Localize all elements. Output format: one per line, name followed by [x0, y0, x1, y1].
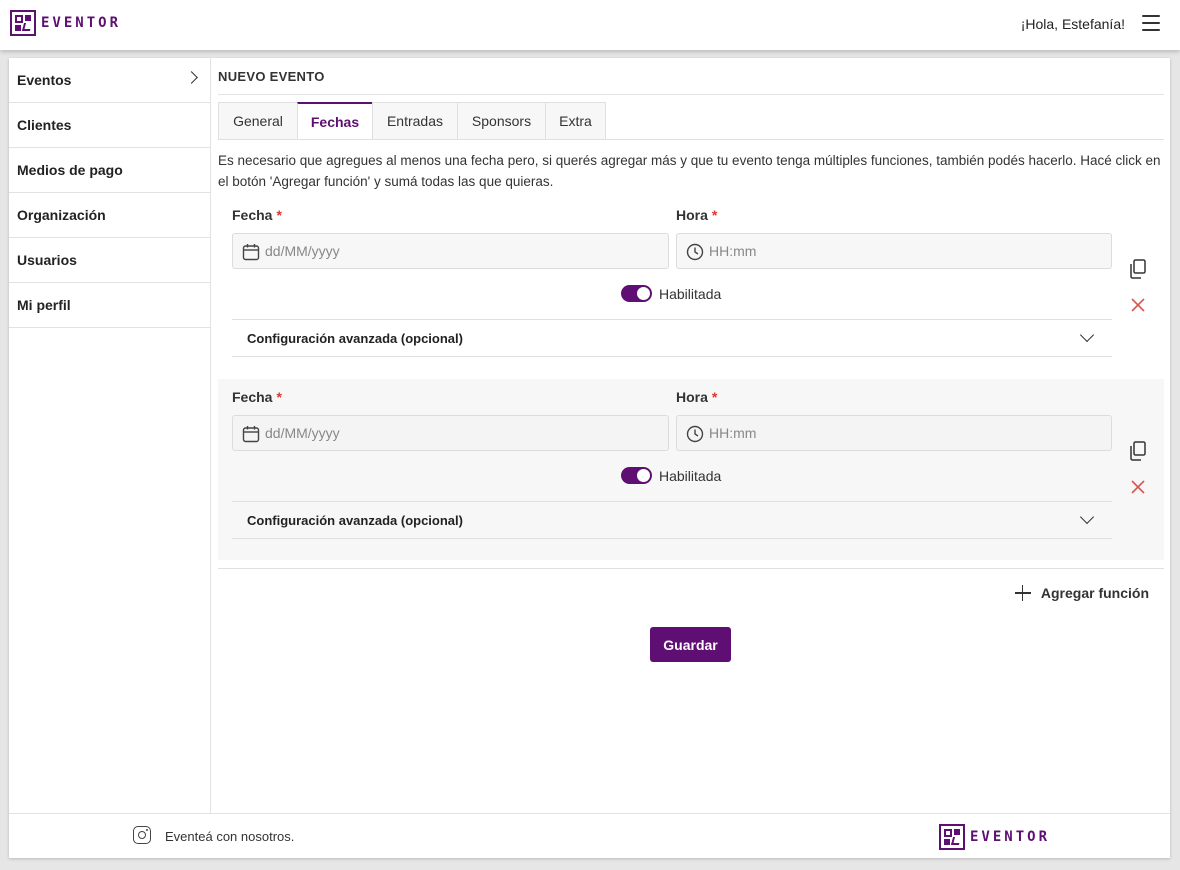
date-placeholder: dd/MM/yyyy: [265, 425, 340, 441]
time-label: Hora *: [676, 389, 718, 405]
plus-icon: [1014, 585, 1031, 601]
tab-bar: General Fechas Entradas Sponsors Extra: [218, 102, 606, 140]
sidebar-item-label: Mi perfil: [17, 297, 71, 313]
delete-icon[interactable]: [1131, 298, 1145, 312]
tab-sponsors[interactable]: Sponsors: [457, 102, 545, 140]
enabled-toggle[interactable]: [621, 467, 652, 484]
calendar-icon: [242, 244, 260, 261]
add-function-label: Agregar función: [1040, 585, 1149, 601]
time-placeholder: HH:mm: [709, 425, 757, 441]
tab-general[interactable]: General: [218, 102, 297, 140]
chevron-down-icon: [1079, 327, 1095, 343]
footer-tagline: Eventeá con nosotros.: [165, 829, 295, 844]
sidebar-item-label: Clientes: [17, 117, 72, 133]
footer-logo: EVENTOR: [939, 824, 1050, 850]
sidebar-item-medios-de-pago[interactable]: Medios de pago: [9, 148, 210, 193]
page-title: NUEVO EVENTO: [218, 69, 325, 84]
clock-icon: [686, 425, 704, 443]
enabled-toggle-label: Habilitada: [659, 285, 722, 302]
sidebar-item-usuarios[interactable]: Usuarios: [9, 238, 210, 283]
sidebar-item-label: Medios de pago: [17, 162, 123, 178]
fechas-description: Es necesario que agregues al menos una f…: [218, 153, 1161, 189]
copy-icon[interactable]: [1129, 441, 1147, 461]
function-block: Fecha * Hora * dd/MM/yyyy HH:mm Habilitada…: [218, 198, 1164, 358]
tab-extra[interactable]: Extra: [545, 102, 606, 140]
top-bar: EVENTOR ¡Hola, Estefanía!: [0, 0, 1180, 50]
save-button[interactable]: Guardar: [650, 627, 731, 662]
tab-entradas[interactable]: Entradas: [372, 102, 457, 140]
enabled-toggle-group: Habilitada: [621, 285, 721, 302]
footer: Eventeá con nosotros. EVENTOR: [9, 813, 1170, 858]
enabled-toggle-group: Habilitada: [621, 467, 721, 484]
enabled-toggle[interactable]: [621, 285, 652, 302]
time-input[interactable]: HH:mm: [676, 233, 1112, 269]
date-input[interactable]: dd/MM/yyyy: [232, 415, 669, 451]
chevron-right-icon: [185, 71, 198, 84]
time-placeholder: HH:mm: [709, 243, 757, 259]
sidebar-item-mi-perfil[interactable]: Mi perfil: [9, 283, 210, 328]
instagram-icon[interactable]: [133, 826, 151, 844]
clock-icon: [686, 243, 704, 261]
user-greeting: ¡Hola, Estefanía!: [1020, 16, 1125, 32]
date-label: Fecha *: [232, 207, 282, 223]
date-placeholder: dd/MM/yyyy: [265, 243, 340, 259]
advanced-config-accordion[interactable]: Configuración avanzada (opcional): [232, 501, 1112, 539]
logo-mark-icon: [939, 824, 965, 850]
time-input[interactable]: HH:mm: [676, 415, 1112, 451]
advanced-config-label: Configuración avanzada (opcional): [247, 512, 463, 528]
date-input[interactable]: dd/MM/yyyy: [232, 233, 669, 269]
tab-fechas[interactable]: Fechas: [297, 102, 372, 140]
sidebar-item-eventos[interactable]: Eventos: [9, 58, 210, 103]
sidebar-item-label: Eventos: [17, 72, 72, 88]
divider: [218, 568, 1164, 569]
divider: [218, 94, 1164, 95]
sidebar-item-organizacion[interactable]: Organización: [9, 193, 210, 238]
enabled-toggle-label: Habilitada: [659, 467, 722, 484]
sidebar-item-label: Organización: [17, 207, 106, 223]
function-block: Fecha * Hora * dd/MM/yyyy HH:mm Habilitada…: [218, 379, 1164, 560]
advanced-config-accordion[interactable]: Configuración avanzada (opcional): [232, 319, 1112, 357]
delete-icon[interactable]: [1131, 480, 1145, 494]
sidebar-item-clientes[interactable]: Clientes: [9, 103, 210, 148]
sidebar-item-label: Usuarios: [17, 252, 77, 268]
main-card: Eventos Clientes Medios de pago Organiza…: [9, 58, 1170, 858]
header-logo[interactable]: EVENTOR: [10, 10, 121, 36]
brand-name: EVENTOR: [970, 829, 1051, 845]
date-label: Fecha *: [232, 389, 282, 405]
brand-name: EVENTOR: [41, 15, 122, 31]
calendar-icon: [242, 426, 260, 443]
add-function-button[interactable]: Agregar función: [1014, 585, 1149, 601]
time-label: Hora *: [676, 207, 718, 223]
copy-icon[interactable]: [1129, 259, 1147, 279]
divider: [218, 139, 1164, 140]
advanced-config-label: Configuración avanzada (opcional): [247, 330, 463, 346]
logo-mark-icon: [10, 10, 36, 36]
chevron-down-icon: [1079, 509, 1095, 525]
hamburger-menu-icon[interactable]: [1142, 15, 1160, 31]
sidebar: Eventos Clientes Medios de pago Organiza…: [9, 58, 211, 813]
